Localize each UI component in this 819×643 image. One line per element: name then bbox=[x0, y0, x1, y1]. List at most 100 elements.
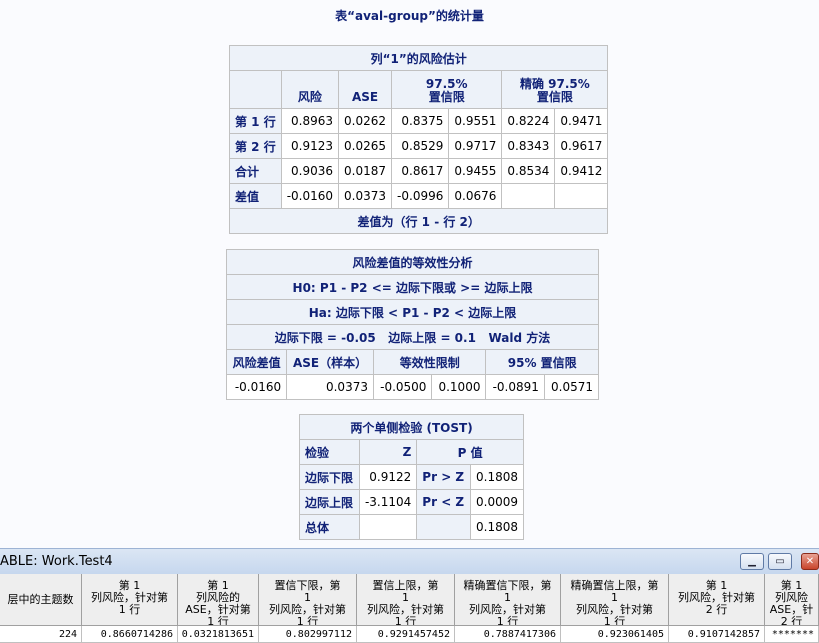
column-header[interactable]: 第 1 列风险，针对第 2 行 bbox=[669, 574, 765, 626]
cell: 0.1808 bbox=[469, 514, 525, 540]
col-header-risk: 风险 bbox=[280, 70, 340, 109]
cell: -0.0891 bbox=[485, 374, 545, 400]
column-header-text: 1 行 bbox=[118, 603, 141, 616]
column-header[interactable]: 第 1 列风险的 ASE，针对第 1 行 bbox=[178, 574, 259, 626]
column-header[interactable]: 精确置信下限，第 1 列风险，针对第 1 行 bbox=[455, 574, 561, 626]
table-cell[interactable]: ******* bbox=[765, 626, 819, 643]
column-header[interactable]: 置信上限，第 1 列风险，针对第 1 行 bbox=[357, 574, 455, 626]
table-cell[interactable]: 0.0321813651 bbox=[178, 626, 259, 643]
cell: 0.9123 bbox=[280, 133, 340, 159]
viewtable-titlebar[interactable]: ABLE: Work.Test4 ▁ ▭ ✕ bbox=[0, 549, 819, 574]
column-header[interactable]: 置信下限，第 1 列风险，针对第 1 行 bbox=[259, 574, 357, 626]
col-header-ase: ASE bbox=[338, 70, 393, 109]
col-header-95-cl: 95% 置信限 bbox=[485, 349, 599, 375]
cell: 0.9122 bbox=[358, 464, 418, 490]
cell: 0.1000 bbox=[431, 374, 487, 400]
cell: 0.0571 bbox=[543, 374, 600, 400]
cl-pct: 97.5% bbox=[425, 77, 468, 91]
equiv-title: 风险差值的等效性分析 bbox=[226, 249, 599, 275]
viewtable-window: ABLE: Work.Test4 ▁ ▭ ✕ 层中的主题数 第 1 列风险，针对第… bbox=[0, 548, 819, 643]
cell: 0.0373 bbox=[338, 183, 393, 209]
cell: 0.0187 bbox=[338, 158, 393, 184]
col-header-risk-diff: 风险差值 bbox=[225, 349, 288, 375]
cell: 0.8534 bbox=[501, 158, 556, 184]
cell: 0.9455 bbox=[448, 158, 503, 184]
cell bbox=[554, 183, 609, 209]
cell bbox=[358, 514, 418, 540]
column-header-text: 1 行 bbox=[296, 615, 319, 626]
column-header-text: 1 行 bbox=[603, 615, 626, 626]
column-header[interactable]: 第 1 列风险 ASE，针 2 行 bbox=[765, 574, 819, 626]
col-header-test: 检验 bbox=[299, 439, 360, 465]
col-header-p: P 值 bbox=[416, 439, 524, 465]
table-cell[interactable]: 0.923061405 bbox=[561, 626, 669, 643]
table-cell[interactable]: 0.8660714286 bbox=[82, 626, 178, 643]
row-label: 第 2 行 bbox=[229, 133, 282, 159]
risk-table-title: 列“1”的风险估计 bbox=[228, 45, 609, 71]
test-label: Pr < Z bbox=[416, 489, 471, 515]
cell: -0.0160 bbox=[280, 183, 340, 209]
table-cell[interactable]: 0.7887417306 bbox=[455, 626, 561, 643]
close-button[interactable]: ✕ bbox=[801, 553, 819, 570]
exact-cl-label: 置信限 bbox=[536, 90, 573, 104]
table-cell[interactable]: 0.802997112 bbox=[259, 626, 357, 643]
test-label: Pr > Z bbox=[416, 464, 471, 490]
cell: 0.8375 bbox=[391, 108, 450, 134]
restore-button[interactable]: ▭ bbox=[768, 553, 792, 570]
table-cell[interactable]: 0.9291457452 bbox=[357, 626, 455, 643]
cell: 0.9717 bbox=[448, 133, 503, 159]
column-header-text: 2 行 bbox=[705, 603, 728, 616]
column-header[interactable]: 精确置信上限，第 1 列风险，针对第 1 行 bbox=[561, 574, 669, 626]
column-header-text: 1 行 bbox=[496, 615, 519, 626]
minimize-button[interactable]: ▁ bbox=[740, 553, 764, 570]
column-header-text: 1 行 bbox=[394, 615, 417, 626]
cell: 0.8963 bbox=[280, 108, 340, 134]
test-label bbox=[416, 514, 471, 540]
cell: 0.9036 bbox=[280, 158, 340, 184]
equiv-h0: H0: P1 - P2 <= 边际下限或 >= 边际上限 bbox=[226, 274, 599, 300]
cell: 0.1808 bbox=[469, 464, 525, 490]
equivalence-table: 风险差值的等效性分析 H0: P1 - P2 <= 边际下限或 >= 边际上限 … bbox=[225, 249, 600, 400]
col-header-z: Z bbox=[358, 439, 418, 465]
col-header-exact-cl: 精确 97.5% 置信限 bbox=[501, 70, 609, 109]
cell: 0.9551 bbox=[448, 108, 503, 134]
table-row: 边际上限 -3.1104 Pr < Z 0.0009 bbox=[299, 489, 525, 515]
cell: 0.8529 bbox=[391, 133, 450, 159]
cell: 0.8617 bbox=[391, 158, 450, 184]
cell: -0.0160 bbox=[225, 374, 288, 400]
table-row: 第 1 行 0.8963 0.0262 0.8375 0.9551 0.8224… bbox=[229, 108, 609, 134]
column-header-text: 2 行 bbox=[780, 615, 803, 626]
cell bbox=[501, 183, 556, 209]
table-row: 边际下限 0.9122 Pr > Z 0.1808 bbox=[299, 464, 525, 490]
page-title: 表“aval-group”的统计量 bbox=[335, 9, 484, 23]
table-cell[interactable]: 0.9107142857 bbox=[669, 626, 765, 643]
exact-cl-pct: 精确 97.5% bbox=[519, 77, 590, 91]
column-header[interactable]: 层中的主题数 bbox=[0, 574, 82, 626]
col-header-cl: 97.5% 置信限 bbox=[391, 70, 503, 109]
row-label: 总体 bbox=[299, 514, 360, 540]
results-viewer: 表“aval-group”的统计量 列“1”的风险估计 风险 ASE 97.5%… bbox=[0, 0, 819, 548]
equiv-ha: Ha: 边际下限 < P1 - P2 < 边际上限 bbox=[226, 299, 599, 325]
table-row: 差值 -0.0160 0.0373 -0.0996 0.0676 bbox=[229, 183, 609, 209]
tost-table: 两个单侧检验 (TOST) 检验 Z P 值 边际下限 0.9122 Pr > … bbox=[299, 414, 525, 540]
equiv-margins: 边际下限 = -0.05 边际上限 = 0.1 Wald 方法 bbox=[226, 324, 599, 350]
tost-title: 两个单侧检验 (TOST) bbox=[299, 414, 524, 440]
table-row: 总体 0.1808 bbox=[299, 514, 525, 540]
row-label: 边际下限 bbox=[299, 464, 360, 490]
cell: 0.0262 bbox=[338, 108, 393, 134]
row-label: 边际上限 bbox=[299, 489, 360, 515]
table-row: 合计 0.9036 0.0187 0.8617 0.9455 0.8534 0.… bbox=[229, 158, 609, 184]
risk-table-footer: 差值为（行 1 - 行 2） bbox=[228, 208, 609, 234]
cell: 0.8224 bbox=[501, 108, 556, 134]
cell: -0.0996 bbox=[391, 183, 450, 209]
cell: 0.0265 bbox=[338, 133, 393, 159]
column-header[interactable]: 第 1 列风险，针对第 1 行 bbox=[82, 574, 178, 626]
cell: 0.9471 bbox=[554, 108, 609, 134]
cell: -3.1104 bbox=[358, 489, 418, 515]
blank-header bbox=[229, 70, 282, 109]
table-row: 第 2 行 0.9123 0.0265 0.8529 0.9717 0.8343… bbox=[229, 133, 609, 159]
table-cell[interactable]: 224 bbox=[0, 626, 82, 643]
column-header-text: 层中的主题数 bbox=[7, 593, 74, 606]
table-row: -0.0160 0.0373 -0.0500 0.1000 -0.0891 0.… bbox=[225, 374, 600, 400]
cl-label: 置信限 bbox=[428, 90, 465, 104]
